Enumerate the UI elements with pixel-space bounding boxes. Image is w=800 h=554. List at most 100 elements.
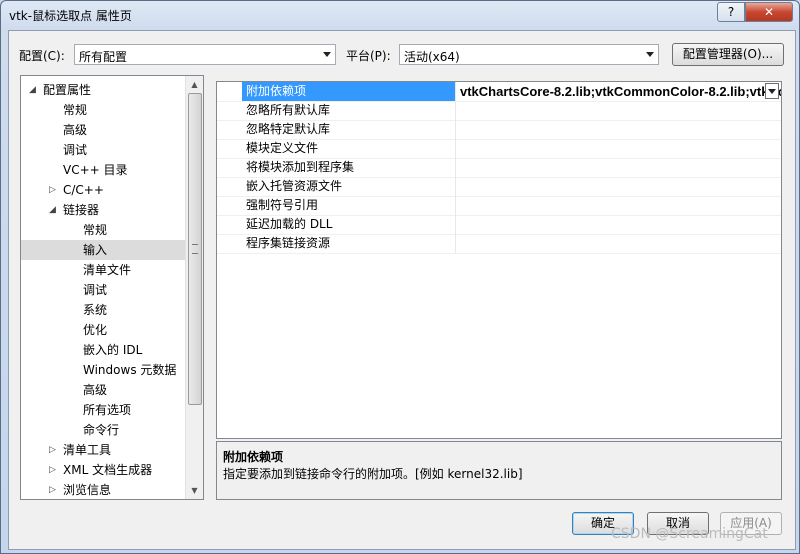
config-select[interactable]: 所有配置 (74, 44, 336, 65)
scrollbar-thumb[interactable] (188, 93, 202, 405)
property-row[interactable]: 延迟加载的 DLL (217, 215, 781, 235)
tree-item[interactable]: 所有选项 (21, 400, 187, 420)
tree-item[interactable]: ◢ 链接器 (21, 200, 187, 220)
dialog-client: 配置(C): 所有配置 平台(P): 活动(x64) 配置管理器(O)... ◢… (8, 30, 796, 550)
description-title: 附加依赖项 (223, 450, 284, 464)
tree-item-label: 清单工具 (63, 443, 112, 457)
property-value (456, 120, 781, 139)
tree-item-label: 常规 (63, 103, 88, 117)
expand-arrow-icon[interactable]: ▷ (49, 180, 56, 200)
expand-arrow-icon[interactable]: ▷ (49, 440, 56, 460)
property-row[interactable]: 忽略所有默认库 (217, 101, 781, 121)
tree-item-label: 高级 (83, 383, 108, 397)
tree-item[interactable]: 命令行 (21, 420, 187, 440)
chevron-down-icon (768, 89, 776, 94)
title-bar[interactable]: vtk-鼠标选取点 属性页 ? ✕ (1, 1, 799, 29)
property-tree[interactable]: ◢ 配置属性 常规 高级 调试 VC++ 目录 ▷ C/C++ ◢ 链接器 常规 输入 清单文件 调试 系统… (20, 75, 204, 500)
expand-arrow-icon[interactable]: ▷ (49, 460, 56, 480)
tree-item[interactable]: 输入 (21, 240, 187, 260)
tree-item[interactable]: 高级 (21, 120, 187, 140)
tree-item[interactable]: ◢ 配置属性 (21, 80, 187, 100)
tree-item-label: 链接器 (63, 203, 100, 217)
property-row[interactable]: 忽略特定默认库 (217, 120, 781, 140)
collapse-arrow-icon[interactable]: ◢ (49, 200, 56, 220)
watermark: CSDN @ScreamingCat (611, 526, 768, 542)
scroll-down-icon[interactable]: ▼ (186, 482, 203, 499)
property-name: 模块定义文件 (242, 139, 456, 158)
property-name: 嵌入托管资源文件 (242, 177, 456, 196)
property-row[interactable]: 附加依赖项 vtkChartsCore-8.2.lib;vtkCommonColo… (217, 82, 781, 102)
platform-value: 活动(x64) (404, 50, 460, 64)
property-name: 将模块添加到程序集 (242, 158, 456, 177)
property-name: 忽略所有默认库 (242, 101, 456, 120)
tree-item-label: 常规 (83, 223, 108, 237)
tree-item-label: XML 文档生成器 (63, 463, 153, 477)
tree-item[interactable]: 常规 (21, 100, 187, 120)
description-body: 指定要添加到链接命令行的附加项。[例如 kernel32.lib] (223, 467, 523, 481)
platform-select[interactable]: 活动(x64) (399, 44, 659, 65)
tree-item[interactable]: ▷ 清单工具 (21, 440, 187, 460)
tree-item-label: 浏览信息 (63, 483, 112, 497)
tree-item[interactable]: VC++ 目录 (21, 160, 187, 180)
tree-item[interactable]: 调试 (21, 140, 187, 160)
tree-item[interactable]: 系统 (21, 300, 187, 320)
collapse-arrow-icon[interactable]: ◢ (29, 80, 36, 100)
property-row[interactable]: 嵌入托管资源文件 (217, 177, 781, 197)
config-manager-button[interactable]: 配置管理器(O)... (672, 43, 784, 66)
tree-item-label: C/C++ (63, 183, 104, 197)
property-row[interactable]: 模块定义文件 (217, 139, 781, 159)
tree-item[interactable]: 高级 (21, 380, 187, 400)
tree-item[interactable]: Windows 元数据 (21, 360, 187, 380)
scroll-up-icon[interactable]: ▲ (186, 76, 203, 93)
property-value[interactable]: vtkChartsCore-8.2.lib;vtkCommonColor-8.2… (456, 82, 781, 101)
property-name: 延迟加载的 DLL (242, 215, 456, 234)
help-button[interactable]: ? (717, 2, 745, 22)
tree-item-label: Windows 元数据 (83, 363, 177, 377)
window-title: vtk-鼠标选取点 属性页 (9, 9, 132, 23)
properties-dialog: vtk-鼠标选取点 属性页 ? ✕ 配置(C): 所有配置 平台(P): 活动(… (0, 0, 800, 554)
property-value (456, 234, 781, 253)
tree-item-label: 系统 (83, 303, 108, 317)
property-row[interactable]: 强制符号引用 (217, 196, 781, 216)
tree-item-label: 命令行 (83, 423, 120, 437)
config-label: 配置(C): (19, 49, 65, 63)
tree-item-label: 高级 (63, 123, 88, 137)
property-name: 忽略特定默认库 (242, 120, 456, 139)
tree-item[interactable]: ▷ XML 文档生成器 (21, 460, 187, 480)
property-value (456, 196, 781, 215)
chevron-down-icon (646, 52, 654, 57)
tree-item[interactable]: 优化 (21, 320, 187, 340)
tree-item-label: 调试 (83, 283, 108, 297)
property-name: 强制符号引用 (242, 196, 456, 215)
property-grid: 附加依赖项 vtkChartsCore-8.2.lib;vtkCommonColo… (216, 81, 782, 439)
close-button[interactable]: ✕ (745, 2, 793, 22)
tree-item[interactable]: 清单文件 (21, 260, 187, 280)
property-row[interactable]: 程序集链接资源 (217, 234, 781, 254)
description-panel: 附加依赖项 指定要添加到链接命令行的附加项。[例如 kernel32.lib] (216, 441, 782, 500)
property-value (456, 101, 781, 120)
value-dropdown-button[interactable] (765, 83, 779, 99)
property-value (456, 158, 781, 177)
config-value: 所有配置 (79, 50, 128, 64)
tree-item-label: 输入 (83, 243, 108, 257)
expand-arrow-icon[interactable]: ▷ (49, 480, 56, 499)
tree-item-label: 调试 (63, 143, 88, 157)
tree-item[interactable]: 调试 (21, 280, 187, 300)
property-value (456, 215, 781, 234)
property-name: 附加依赖项 (242, 82, 456, 101)
tree-item-label: 所有选项 (83, 403, 132, 417)
property-value (456, 177, 781, 196)
tree-item-label: 清单文件 (83, 263, 132, 277)
tree-item-label: 优化 (83, 323, 108, 337)
tree-item-label: 配置属性 (43, 83, 92, 97)
tree-scrollbar[interactable]: ▲ ▼ (185, 76, 203, 499)
property-name: 程序集链接资源 (242, 234, 456, 253)
platform-label: 平台(P): (346, 49, 391, 63)
tree-item[interactable]: 常规 (21, 220, 187, 240)
property-value (456, 139, 781, 158)
tree-item[interactable]: 嵌入的 IDL (21, 340, 187, 360)
property-row[interactable]: 将模块添加到程序集 (217, 158, 781, 178)
tree-item[interactable]: ▷ C/C++ (21, 180, 187, 200)
tree-item[interactable]: ▷ 浏览信息 (21, 480, 187, 499)
tree-item-label: VC++ 目录 (63, 163, 128, 177)
